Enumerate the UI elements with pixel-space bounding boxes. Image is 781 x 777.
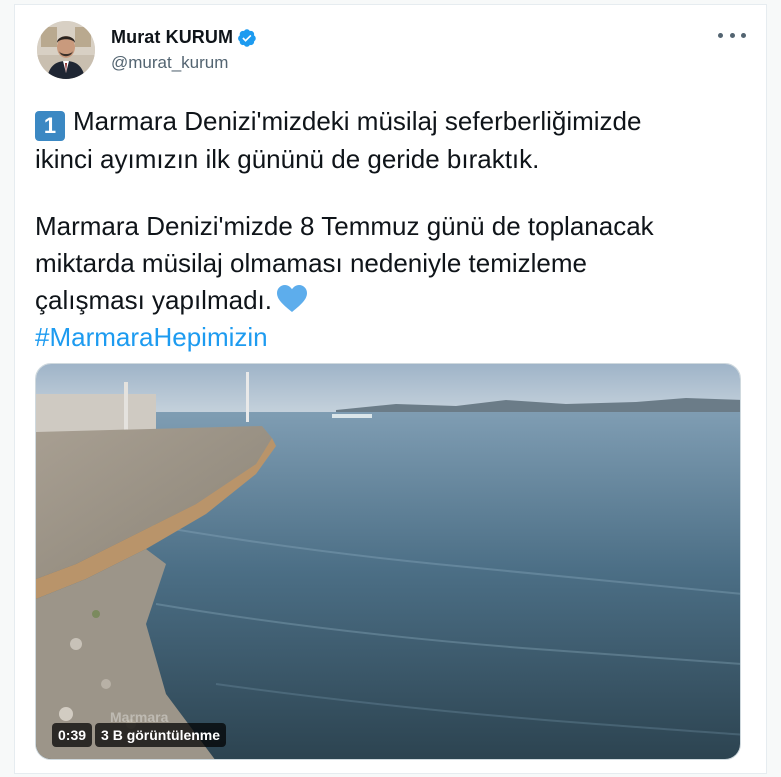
author-name-row[interactable]: Murat KURUM [111,27,257,48]
tweet-card: Murat KURUM @murat_kurum 1 Marmara Denizi… [14,4,767,774]
tweet-line: çalışması yapılmadı. [35,282,745,319]
video-player[interactable]: Marmara 0:39 3 B görüntülenme [35,363,741,760]
hashtag-link[interactable]: #MarmaraHepimizin [35,319,745,356]
video-frame-image [36,364,740,759]
more-options-icon[interactable] [718,25,746,45]
tweet-line: 1 Marmara Denizi'mizdeki müsilaj seferber… [35,103,745,141]
video-duration: 0:39 [52,723,93,747]
author-handle[interactable]: @murat_kurum [111,53,228,73]
verified-badge-icon [238,28,256,47]
video-overlay: 0:39 3 B görüntülenme [52,723,227,747]
tweet-line: ikinci ayımızın ilk gününü de geride bır… [35,144,540,174]
keycap-one-icon: 1 [35,111,65,141]
tweet-line: miktarda müsilaj olmaması nedeniyle temi… [35,248,587,278]
blue-heart-icon [276,285,307,312]
tweet-line: Marmara Denizi'mizde 8 Temmuz günü de to… [35,211,654,241]
author-display-name[interactable]: Murat KURUM [111,27,233,48]
tweet-text: 1 Marmara Denizi'mizdeki müsilaj seferber… [35,103,745,356]
video-view-count: 3 B görüntülenme [95,723,227,747]
profile-photo-icon [37,21,95,79]
avatar[interactable] [37,21,95,79]
